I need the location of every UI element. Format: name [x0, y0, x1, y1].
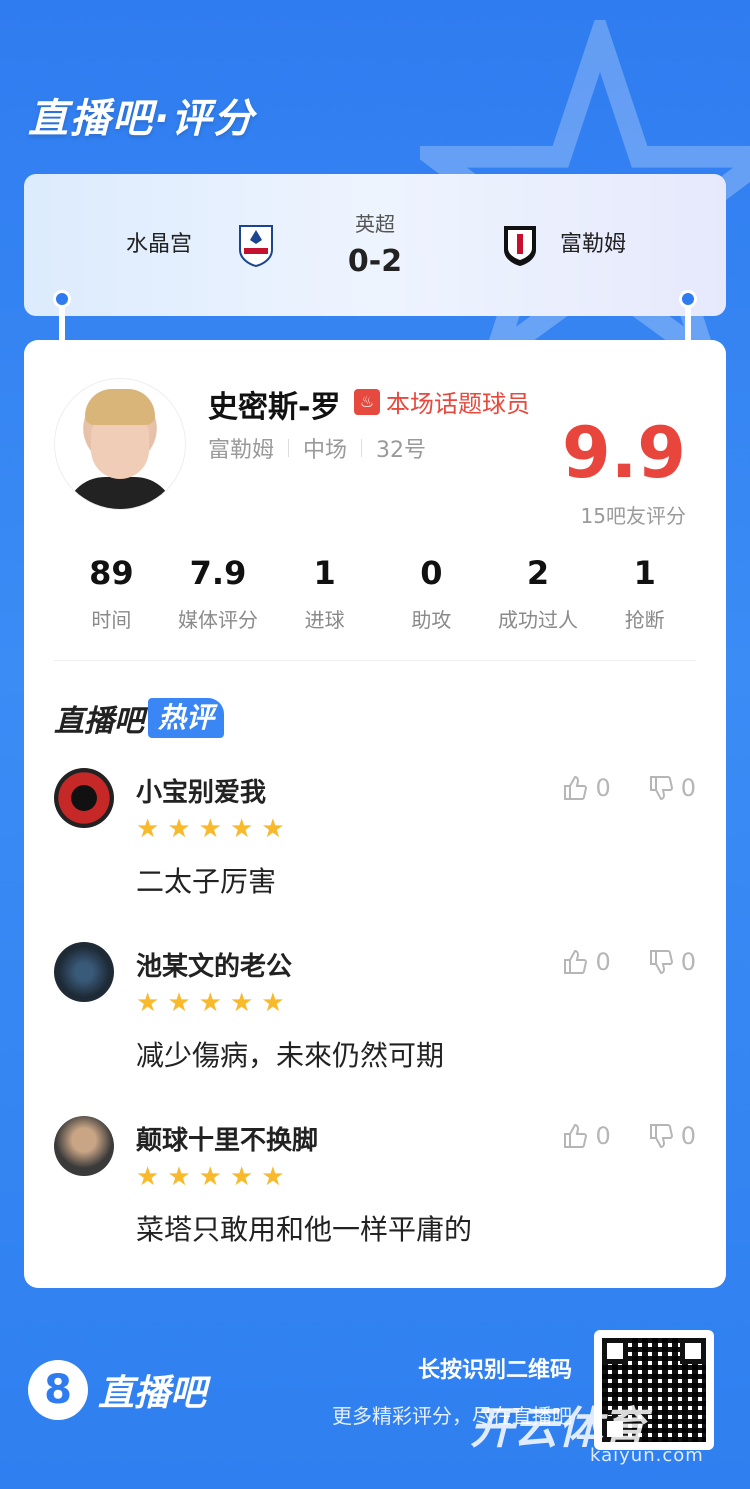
- comment-actions: 0 0: [561, 1122, 696, 1150]
- stat-value: 1: [313, 554, 336, 592]
- stat-label: 进球: [304, 608, 345, 632]
- star-icon: ★: [167, 988, 191, 1018]
- rating-count: 15吧友评分: [580, 504, 686, 528]
- user-avatar[interactable]: [54, 768, 114, 828]
- comment-actions: 0 0: [561, 774, 696, 802]
- star-icon: ★: [167, 814, 191, 844]
- dislike-count: 0: [680, 1122, 696, 1150]
- section-divider: [54, 660, 696, 661]
- player-rating: 9.9: [561, 412, 686, 494]
- star-icon: ★: [261, 988, 285, 1018]
- player-meta: 富勒姆 中场 32号: [208, 432, 426, 464]
- stat-assists: 0 助攻: [378, 554, 485, 633]
- star-icon: ★: [261, 1162, 285, 1192]
- stat-label: 抢断: [624, 608, 665, 632]
- stat-label: 媒体评分: [178, 608, 258, 632]
- player-rating-card: 史密斯-罗 ♨ 本场话题球员 富勒姆 中场 32号 9.9 15吧友评分 89 …: [24, 340, 726, 1288]
- stat-time: 89 时间: [58, 554, 165, 633]
- stat-label: 助攻: [411, 608, 452, 632]
- like-count: 0: [595, 774, 611, 802]
- comment-rating-stars: ★ ★ ★ ★ ★: [136, 990, 285, 1016]
- comment-item: 池某文的老公 ★ ★ ★ ★ ★ 减少傷病，未來仍然可期 0 0: [54, 942, 696, 1112]
- match-card: 水晶宫 英超 0-2 富勒姆: [24, 174, 726, 316]
- star-icon: ★: [198, 814, 222, 844]
- thumbs-down-icon: [649, 776, 673, 801]
- user-avatar[interactable]: [54, 942, 114, 1002]
- away-team-name: 富勒姆: [559, 232, 626, 257]
- dislike-button[interactable]: 0: [647, 774, 696, 802]
- comment-rating-stars: ★ ★ ★ ★ ★: [136, 1164, 285, 1190]
- qr-cta: 长按识别二维码: [417, 1358, 572, 1383]
- comment-username[interactable]: 池某文的老公: [136, 946, 292, 983]
- player-team: 富勒姆: [208, 438, 275, 463]
- dislike-count: 0: [680, 774, 696, 802]
- comment-item: 小宝别爱我 ★ ★ ★ ★ ★ 二太子厉害 0 0: [54, 768, 696, 938]
- star-icon: ★: [136, 814, 160, 844]
- star-icon: ★: [229, 814, 254, 844]
- watermark-url: kaiyun.com: [590, 1445, 704, 1466]
- comment-actions: 0 0: [561, 948, 696, 976]
- hot-title-brand: 直播吧: [54, 704, 144, 739]
- stat-value: 1: [633, 554, 656, 592]
- thumbs-up-icon: [564, 1123, 588, 1148]
- user-avatar[interactable]: [54, 1116, 114, 1176]
- thumbs-down-icon: [649, 950, 673, 975]
- dislike-count: 0: [680, 948, 696, 976]
- divider: [361, 439, 363, 457]
- logo-badge-icon: 8: [28, 1360, 88, 1420]
- player-name: 史密斯-罗: [208, 390, 341, 425]
- stat-media-rating: 7.9 媒体评分: [165, 554, 272, 633]
- thumbs-up-icon: [564, 775, 588, 800]
- thumbs-up-icon: [564, 949, 588, 974]
- flame-icon: ♨: [354, 388, 380, 415]
- star-icon: ★: [261, 814, 285, 844]
- stat-tackles: 1 抢断: [591, 554, 698, 633]
- stat-value: 2: [526, 554, 550, 592]
- like-button[interactable]: 0: [561, 774, 611, 802]
- stat-value: 89: [89, 554, 134, 592]
- like-button[interactable]: 0: [561, 948, 611, 976]
- stats-row: 89 时间 7.9 媒体评分 1 进球 0 助攻 2 成功过人 1 抢断: [58, 554, 698, 633]
- thumbs-down-icon: [649, 1124, 673, 1149]
- dislike-button[interactable]: 0: [647, 1122, 696, 1150]
- stat-label: 成功过人: [498, 608, 579, 632]
- comment-text: 菜塔只敢用和他一样平庸的: [136, 1213, 473, 1246]
- comment-item: 颠球十里不换脚 ★ ★ ★ ★ ★ 菜塔只敢用和他一样平庸的 0 0: [54, 1116, 696, 1286]
- star-icon: ★: [198, 988, 222, 1018]
- page-title: 直播吧·评分: [28, 96, 256, 142]
- like-button[interactable]: 0: [561, 1122, 611, 1150]
- star-icon: ★: [229, 1162, 254, 1192]
- like-count: 0: [595, 948, 611, 976]
- stat-label: 时间: [91, 608, 132, 632]
- hot-comments-title: 直播吧 热评: [54, 696, 225, 740]
- hot-player-label: 本场话题球员: [386, 390, 530, 418]
- stat-goals: 1 进球: [271, 554, 378, 633]
- hot-title-tag: 热评: [148, 698, 225, 738]
- dislike-button[interactable]: 0: [647, 948, 696, 976]
- like-count: 0: [595, 1122, 611, 1150]
- fulham-crest-icon: [504, 226, 536, 266]
- star-icon: ★: [136, 1162, 160, 1192]
- comment-text: 二太子厉害: [136, 865, 277, 898]
- comment-rating-stars: ★ ★ ★ ★ ★: [136, 816, 285, 842]
- divider: [288, 439, 290, 457]
- stat-value: 0: [420, 554, 443, 592]
- player-avatar[interactable]: [54, 378, 186, 510]
- player-position: 中场: [303, 438, 348, 463]
- star-icon: ★: [229, 988, 254, 1018]
- comment-text: 减少傷病，未來仍然可期: [136, 1039, 445, 1072]
- star-icon: ★: [136, 988, 160, 1018]
- player-number: 32号: [376, 438, 427, 463]
- stat-dribbles: 2 成功过人: [485, 554, 592, 633]
- stat-value: 7.9: [189, 554, 247, 592]
- hot-player-badge: ♨ 本场话题球员: [354, 384, 530, 419]
- star-icon: ★: [198, 1162, 222, 1192]
- footer-logo: 8 直播吧: [28, 1360, 206, 1420]
- comment-username[interactable]: 小宝别爱我: [136, 772, 266, 809]
- comment-username[interactable]: 颠球十里不换脚: [136, 1120, 318, 1157]
- logo-text: 直播吧: [98, 1373, 207, 1414]
- star-icon: ★: [167, 1162, 191, 1192]
